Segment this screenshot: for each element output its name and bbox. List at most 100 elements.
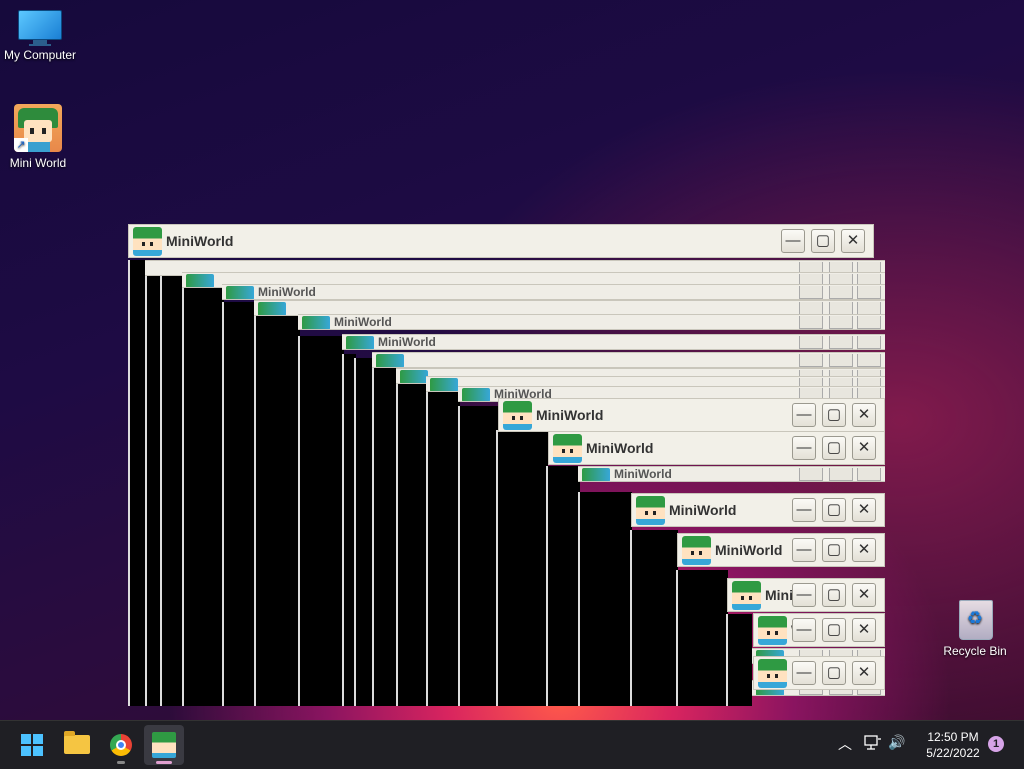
- window-body: [426, 388, 460, 706]
- window-body: [254, 316, 300, 706]
- window-body: [630, 530, 678, 706]
- window-titlebar-strip: MiniWorld: [578, 466, 885, 482]
- window-body: [182, 284, 224, 706]
- miniworld-window[interactable]: Wo — ▢ ✕: [753, 613, 885, 647]
- window-titlebar-strip: MiniWorld: [222, 284, 885, 300]
- mini-world-icon: [503, 401, 532, 430]
- window-titlebar[interactable]: Mini — ▢ ✕: [727, 578, 885, 612]
- window-titlebar[interactable]: MiniWorld — ▢ ✕: [498, 398, 885, 432]
- close-button[interactable]: ✕: [852, 583, 876, 607]
- chrome-icon: [110, 734, 132, 756]
- close-button[interactable]: ✕: [852, 436, 876, 460]
- start-button[interactable]: [12, 725, 52, 765]
- minimize-button[interactable]: —: [792, 538, 816, 562]
- miniworld-window[interactable]: — ▢ ✕: [753, 656, 885, 690]
- window-body: [676, 570, 728, 706]
- mini-world-icon: [758, 659, 787, 688]
- window-title: MiniWorld: [669, 502, 737, 518]
- miniworld-window[interactable]: MiniWorld — ▢ ✕: [631, 493, 885, 529]
- close-button[interactable]: ✕: [852, 661, 876, 685]
- window-title: MiniWorld: [536, 407, 604, 423]
- minimize-button[interactable]: —: [781, 229, 805, 253]
- maximize-button[interactable]: ▢: [811, 229, 835, 253]
- window-title: Mini: [765, 587, 793, 603]
- minimize-button[interactable]: —: [792, 618, 816, 642]
- minimize-button[interactable]: —: [792, 403, 816, 427]
- window-title: MiniWorld: [586, 440, 654, 456]
- close-button[interactable]: ✕: [852, 538, 876, 562]
- window-body: [496, 430, 548, 706]
- mini-world-icon: [758, 616, 787, 645]
- window-body: [546, 466, 580, 706]
- window-titlebar[interactable]: — ▢ ✕: [753, 656, 885, 690]
- window-body: [372, 366, 398, 706]
- maximize-button[interactable]: ▢: [822, 436, 846, 460]
- computer-icon: [18, 10, 62, 46]
- maximize-button[interactable]: ▢: [822, 538, 846, 562]
- notification-badge[interactable]: 1: [988, 736, 1004, 752]
- window-title: MiniWorld: [166, 233, 234, 249]
- miniworld-window[interactable]: MiniWorld — ▢ ✕: [548, 431, 885, 466]
- mini-world-icon: ↗: [14, 104, 62, 152]
- window-titlebar[interactable]: Wo — ▢ ✕: [753, 613, 885, 647]
- desktop-icon-recycle-bin[interactable]: ♻ Recycle Bin: [935, 596, 1015, 658]
- close-button[interactable]: ✕: [841, 229, 865, 253]
- window-titlebar[interactable]: MiniWorld — ▢ ✕: [128, 224, 874, 258]
- miniworld-window[interactable]: Mini — ▢ ✕: [727, 578, 885, 614]
- recycle-bin-icon: ♻: [955, 596, 995, 640]
- window-titlebar-strip: MiniWorld: [298, 314, 885, 330]
- folder-icon: [64, 731, 90, 754]
- window-titlebar-strip: MiniWorld: [342, 334, 885, 350]
- desktop-icon-label: My Computer: [3, 48, 77, 62]
- clock-date: 5/22/2022: [926, 746, 980, 760]
- taskbar-mini-world[interactable]: [144, 725, 184, 765]
- window-body: [726, 614, 752, 706]
- desktop-icon-mini-world[interactable]: ↗ Mini World: [0, 104, 78, 170]
- window-titlebar[interactable]: MiniWorld — ▢ ✕: [548, 431, 885, 465]
- minimize-button[interactable]: —: [792, 436, 816, 460]
- maximize-button[interactable]: ▢: [822, 661, 846, 685]
- mini-world-icon: [732, 581, 761, 610]
- maximize-button[interactable]: ▢: [822, 618, 846, 642]
- taskbar-file-explorer[interactable]: [57, 725, 97, 765]
- clock[interactable]: 12:50 PM 5/22/2022: [914, 729, 992, 761]
- miniworld-window[interactable]: MiniWorld — ▢ ✕: [128, 224, 874, 260]
- close-button[interactable]: ✕: [852, 618, 876, 642]
- window-body: [354, 358, 374, 706]
- close-button[interactable]: ✕: [852, 498, 876, 522]
- maximize-button[interactable]: ▢: [822, 583, 846, 607]
- mini-world-icon: [682, 536, 711, 565]
- close-button[interactable]: ✕: [852, 403, 876, 427]
- mini-world-icon: [152, 732, 176, 758]
- maximize-button[interactable]: ▢: [822, 403, 846, 427]
- miniworld-window[interactable]: MiniWorld — ▢ ✕: [677, 533, 885, 569]
- window-body: [396, 376, 428, 706]
- desktop-icon-label: Mini World: [9, 156, 67, 170]
- window-titlebar[interactable]: MiniWorld — ▢ ✕: [631, 493, 885, 527]
- clock-time: 12:50 PM: [927, 730, 979, 744]
- minimize-button[interactable]: —: [792, 498, 816, 522]
- window-body: [222, 302, 256, 706]
- active-indicator: [156, 761, 172, 764]
- shortcut-arrow-icon: ↗: [14, 138, 28, 152]
- chevron-up-icon[interactable]: ︿: [838, 734, 852, 754]
- desktop-icon-label: Recycle Bin: [943, 644, 1007, 658]
- taskbar-chrome[interactable]: [101, 725, 141, 765]
- window-body: [160, 276, 184, 706]
- minimize-button[interactable]: —: [792, 583, 816, 607]
- mini-world-icon: [636, 496, 665, 525]
- window-title: MiniWorld: [715, 542, 783, 558]
- window-body: [578, 492, 632, 706]
- window-body: [458, 406, 498, 706]
- volume-icon[interactable]: 🔊: [888, 734, 905, 751]
- miniworld-window[interactable]: MiniWorld — ▢ ✕: [498, 398, 885, 432]
- network-icon[interactable]: [864, 735, 882, 751]
- running-indicator: [117, 761, 125, 764]
- mini-world-icon: [133, 227, 162, 256]
- minimize-button[interactable]: —: [792, 661, 816, 685]
- window-titlebar[interactable]: MiniWorld — ▢ ✕: [677, 533, 885, 567]
- window-body: [298, 336, 344, 706]
- maximize-button[interactable]: ▢: [822, 498, 846, 522]
- mini-world-icon: [553, 434, 582, 463]
- desktop-icon-my-computer[interactable]: My Computer: [0, 10, 80, 62]
